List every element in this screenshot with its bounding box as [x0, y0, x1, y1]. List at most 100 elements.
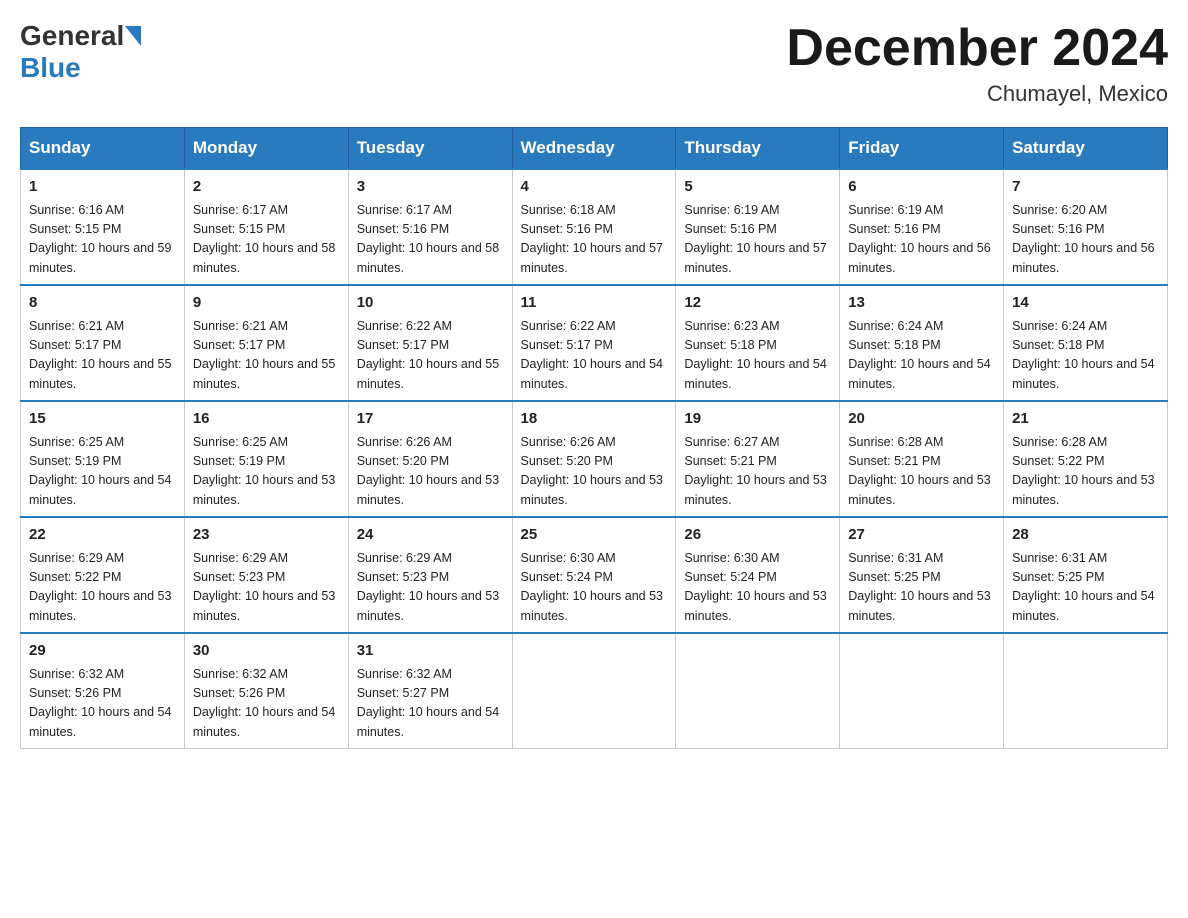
day-number: 8: [29, 292, 176, 315]
day-info: Sunrise: 6:29 AMSunset: 5:23 PMDaylight:…: [193, 551, 335, 623]
day-number: 29: [29, 640, 176, 663]
calendar-week-2: 8 Sunrise: 6:21 AMSunset: 5:17 PMDayligh…: [21, 285, 1168, 401]
calendar-cell: 30 Sunrise: 6:32 AMSunset: 5:26 PMDaylig…: [184, 633, 348, 749]
day-number: 22: [29, 524, 176, 547]
calendar-cell: 19 Sunrise: 6:27 AMSunset: 5:21 PMDaylig…: [676, 401, 840, 517]
day-info: Sunrise: 6:19 AMSunset: 5:16 PMDaylight:…: [684, 203, 826, 275]
day-info: Sunrise: 6:28 AMSunset: 5:21 PMDaylight:…: [848, 435, 990, 507]
day-number: 31: [357, 640, 504, 663]
day-info: Sunrise: 6:30 AMSunset: 5:24 PMDaylight:…: [684, 551, 826, 623]
col-tuesday: Tuesday: [348, 128, 512, 170]
day-number: 16: [193, 408, 340, 431]
calendar-table: Sunday Monday Tuesday Wednesday Thursday…: [20, 127, 1168, 749]
day-number: 28: [1012, 524, 1159, 547]
day-number: 5: [684, 176, 831, 199]
calendar-cell: 6 Sunrise: 6:19 AMSunset: 5:16 PMDayligh…: [840, 169, 1004, 285]
calendar-cell: 7 Sunrise: 6:20 AMSunset: 5:16 PMDayligh…: [1004, 169, 1168, 285]
calendar-cell: 1 Sunrise: 6:16 AMSunset: 5:15 PMDayligh…: [21, 169, 185, 285]
day-info: Sunrise: 6:30 AMSunset: 5:24 PMDaylight:…: [521, 551, 663, 623]
day-info: Sunrise: 6:32 AMSunset: 5:26 PMDaylight:…: [193, 667, 335, 739]
logo-blue-text: Blue: [20, 52, 81, 83]
day-info: Sunrise: 6:31 AMSunset: 5:25 PMDaylight:…: [848, 551, 990, 623]
day-info: Sunrise: 6:29 AMSunset: 5:22 PMDaylight:…: [29, 551, 171, 623]
calendar-cell: [676, 633, 840, 749]
day-info: Sunrise: 6:32 AMSunset: 5:27 PMDaylight:…: [357, 667, 499, 739]
day-number: 14: [1012, 292, 1159, 315]
calendar-cell: 14 Sunrise: 6:24 AMSunset: 5:18 PMDaylig…: [1004, 285, 1168, 401]
day-info: Sunrise: 6:25 AMSunset: 5:19 PMDaylight:…: [193, 435, 335, 507]
calendar-cell: 13 Sunrise: 6:24 AMSunset: 5:18 PMDaylig…: [840, 285, 1004, 401]
page-header: General Blue December 2024 Chumayel, Mex…: [20, 20, 1168, 107]
day-info: Sunrise: 6:24 AMSunset: 5:18 PMDaylight:…: [1012, 319, 1154, 391]
day-info: Sunrise: 6:25 AMSunset: 5:19 PMDaylight:…: [29, 435, 171, 507]
day-info: Sunrise: 6:19 AMSunset: 5:16 PMDaylight:…: [848, 203, 990, 275]
day-info: Sunrise: 6:23 AMSunset: 5:18 PMDaylight:…: [684, 319, 826, 391]
day-number: 12: [684, 292, 831, 315]
day-info: Sunrise: 6:24 AMSunset: 5:18 PMDaylight:…: [848, 319, 990, 391]
calendar-cell: 29 Sunrise: 6:32 AMSunset: 5:26 PMDaylig…: [21, 633, 185, 749]
day-number: 4: [521, 176, 668, 199]
calendar-cell: 28 Sunrise: 6:31 AMSunset: 5:25 PMDaylig…: [1004, 517, 1168, 633]
day-number: 30: [193, 640, 340, 663]
calendar-cell: 4 Sunrise: 6:18 AMSunset: 5:16 PMDayligh…: [512, 169, 676, 285]
calendar-cell: 17 Sunrise: 6:26 AMSunset: 5:20 PMDaylig…: [348, 401, 512, 517]
logo-general-text: General: [20, 20, 124, 52]
day-info: Sunrise: 6:21 AMSunset: 5:17 PMDaylight:…: [193, 319, 335, 391]
calendar-cell: 8 Sunrise: 6:21 AMSunset: 5:17 PMDayligh…: [21, 285, 185, 401]
day-number: 19: [684, 408, 831, 431]
month-title: December 2024: [786, 20, 1168, 77]
calendar-cell: [1004, 633, 1168, 749]
calendar-cell: 24 Sunrise: 6:29 AMSunset: 5:23 PMDaylig…: [348, 517, 512, 633]
col-wednesday: Wednesday: [512, 128, 676, 170]
col-thursday: Thursday: [676, 128, 840, 170]
day-info: Sunrise: 6:22 AMSunset: 5:17 PMDaylight:…: [521, 319, 663, 391]
day-number: 20: [848, 408, 995, 431]
day-info: Sunrise: 6:31 AMSunset: 5:25 PMDaylight:…: [1012, 551, 1154, 623]
calendar-cell: 27 Sunrise: 6:31 AMSunset: 5:25 PMDaylig…: [840, 517, 1004, 633]
calendar-week-5: 29 Sunrise: 6:32 AMSunset: 5:26 PMDaylig…: [21, 633, 1168, 749]
logo-arrow-icon: [125, 26, 141, 46]
location-subtitle: Chumayel, Mexico: [786, 81, 1168, 107]
col-friday: Friday: [840, 128, 1004, 170]
day-info: Sunrise: 6:17 AMSunset: 5:16 PMDaylight:…: [357, 203, 499, 275]
calendar-cell: 18 Sunrise: 6:26 AMSunset: 5:20 PMDaylig…: [512, 401, 676, 517]
day-info: Sunrise: 6:20 AMSunset: 5:16 PMDaylight:…: [1012, 203, 1154, 275]
calendar-week-4: 22 Sunrise: 6:29 AMSunset: 5:22 PMDaylig…: [21, 517, 1168, 633]
day-number: 2: [193, 176, 340, 199]
day-info: Sunrise: 6:26 AMSunset: 5:20 PMDaylight:…: [357, 435, 499, 507]
day-info: Sunrise: 6:29 AMSunset: 5:23 PMDaylight:…: [357, 551, 499, 623]
day-number: 7: [1012, 176, 1159, 199]
day-number: 24: [357, 524, 504, 547]
calendar-cell: 2 Sunrise: 6:17 AMSunset: 5:15 PMDayligh…: [184, 169, 348, 285]
calendar-cell: [512, 633, 676, 749]
day-info: Sunrise: 6:21 AMSunset: 5:17 PMDaylight:…: [29, 319, 171, 391]
calendar-cell: 21 Sunrise: 6:28 AMSunset: 5:22 PMDaylig…: [1004, 401, 1168, 517]
calendar-cell: [840, 633, 1004, 749]
day-info: Sunrise: 6:32 AMSunset: 5:26 PMDaylight:…: [29, 667, 171, 739]
calendar-cell: 5 Sunrise: 6:19 AMSunset: 5:16 PMDayligh…: [676, 169, 840, 285]
day-info: Sunrise: 6:16 AMSunset: 5:15 PMDaylight:…: [29, 203, 171, 275]
day-info: Sunrise: 6:26 AMSunset: 5:20 PMDaylight:…: [521, 435, 663, 507]
title-block: December 2024 Chumayel, Mexico: [786, 20, 1168, 107]
calendar-cell: 3 Sunrise: 6:17 AMSunset: 5:16 PMDayligh…: [348, 169, 512, 285]
day-number: 1: [29, 176, 176, 199]
day-info: Sunrise: 6:22 AMSunset: 5:17 PMDaylight:…: [357, 319, 499, 391]
day-number: 11: [521, 292, 668, 315]
day-info: Sunrise: 6:17 AMSunset: 5:15 PMDaylight:…: [193, 203, 335, 275]
calendar-cell: 20 Sunrise: 6:28 AMSunset: 5:21 PMDaylig…: [840, 401, 1004, 517]
day-number: 3: [357, 176, 504, 199]
day-number: 10: [357, 292, 504, 315]
day-number: 23: [193, 524, 340, 547]
calendar-cell: 9 Sunrise: 6:21 AMSunset: 5:17 PMDayligh…: [184, 285, 348, 401]
calendar-cell: 12 Sunrise: 6:23 AMSunset: 5:18 PMDaylig…: [676, 285, 840, 401]
calendar-cell: 15 Sunrise: 6:25 AMSunset: 5:19 PMDaylig…: [21, 401, 185, 517]
calendar-cell: 16 Sunrise: 6:25 AMSunset: 5:19 PMDaylig…: [184, 401, 348, 517]
day-number: 27: [848, 524, 995, 547]
calendar-cell: 10 Sunrise: 6:22 AMSunset: 5:17 PMDaylig…: [348, 285, 512, 401]
col-sunday: Sunday: [21, 128, 185, 170]
day-info: Sunrise: 6:27 AMSunset: 5:21 PMDaylight:…: [684, 435, 826, 507]
day-number: 17: [357, 408, 504, 431]
col-monday: Monday: [184, 128, 348, 170]
day-number: 6: [848, 176, 995, 199]
day-info: Sunrise: 6:18 AMSunset: 5:16 PMDaylight:…: [521, 203, 663, 275]
